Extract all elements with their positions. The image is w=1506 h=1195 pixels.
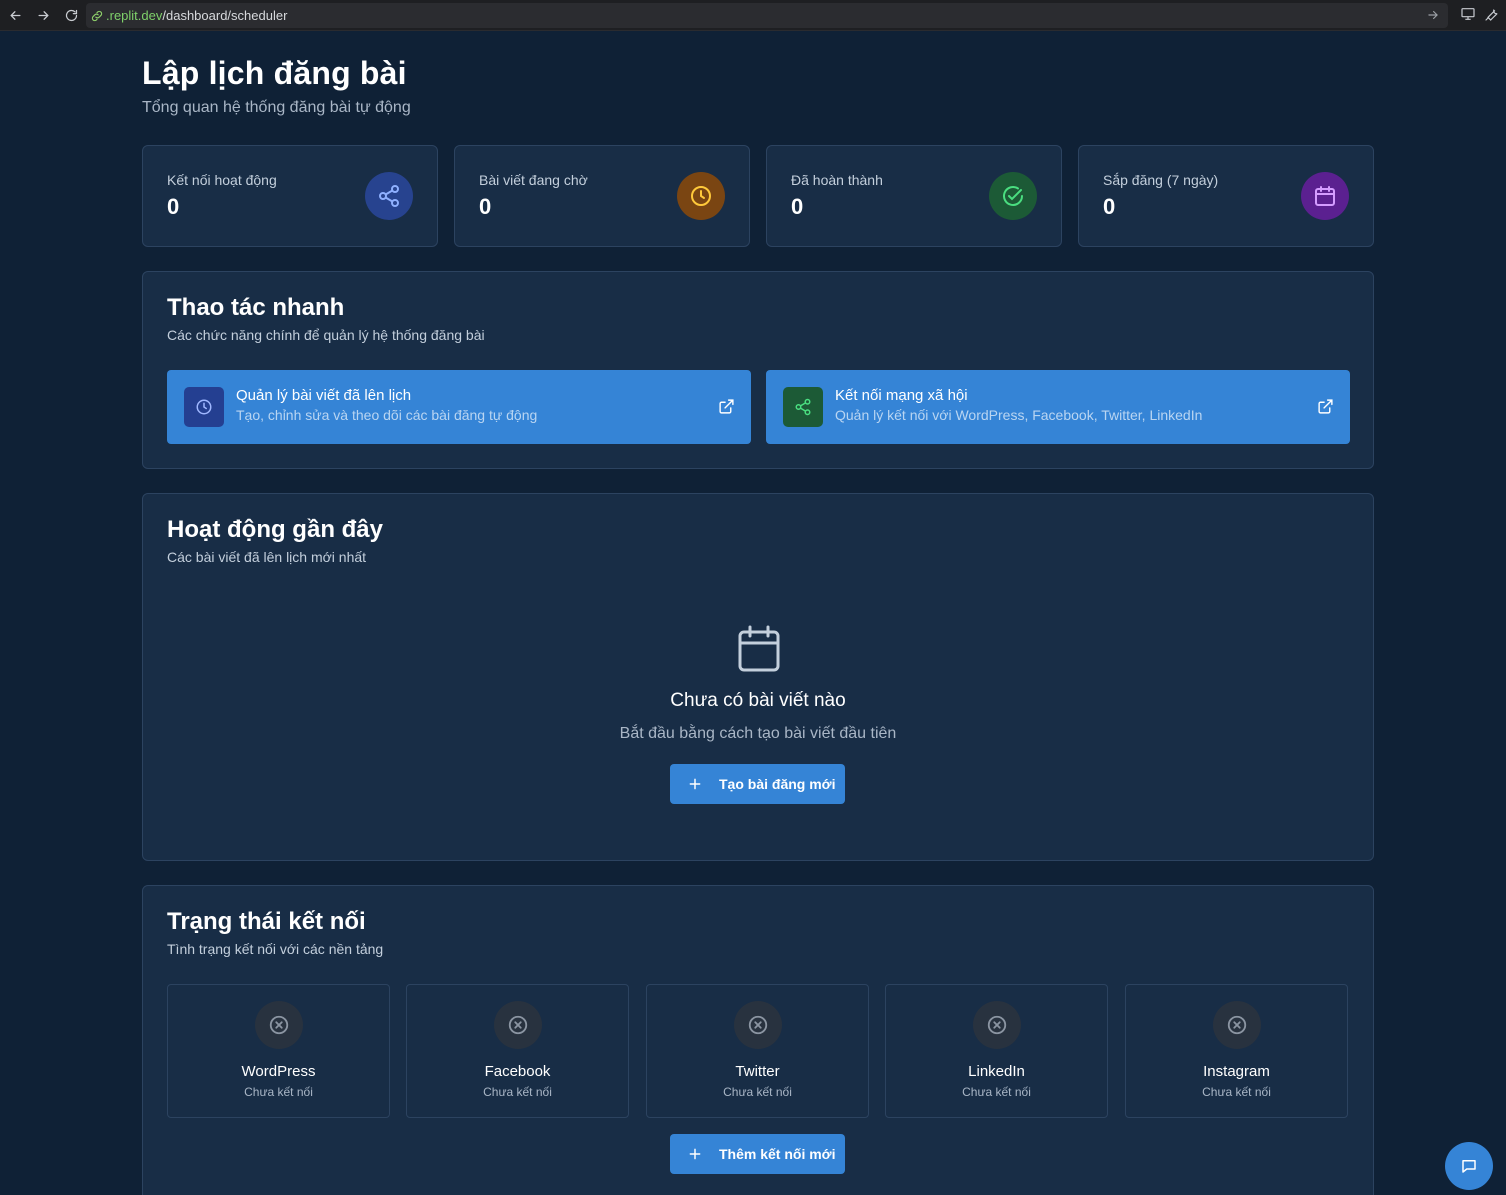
wrench-icon[interactable]	[1484, 6, 1500, 22]
connection-status: Chưa kết nối	[483, 1085, 552, 1099]
quick-action-title: Kết nối mạng xã hội	[835, 387, 968, 404]
stat-label: Sắp đăng (7 ngày)	[1103, 172, 1219, 188]
connection-status: Chưa kết nối	[723, 1085, 792, 1099]
back-button[interactable]	[2, 2, 28, 28]
connection-status-panel: Trạng thái kết nối Tình trạng kết nối vớ…	[142, 885, 1374, 1195]
connection-name: WordPress	[241, 1063, 316, 1080]
quick-action-title: Quản lý bài viết đã lên lịch	[236, 387, 412, 404]
browser-toolbar: .replit.dev/dashboard/scheduler	[0, 0, 1506, 31]
check-circle-icon	[989, 172, 1037, 220]
connection-status: Chưa kết nối	[1202, 1085, 1271, 1099]
reload-icon	[65, 9, 77, 21]
manage-scheduled-posts-button[interactable]: Quản lý bài viết đã lên lịch Tạo, chỉnh …	[167, 370, 751, 444]
connection-name: Twitter	[735, 1063, 780, 1080]
chat-button[interactable]	[1445, 1142, 1493, 1190]
stat-card-upcoming: Sắp đăng (7 ngày) 0	[1078, 145, 1374, 247]
x-circle-icon	[494, 1001, 542, 1049]
quick-actions-panel: Thao tác nhanh Các chức năng chính để qu…	[142, 271, 1374, 469]
empty-state-subtitle: Bắt đầu bằng cách tạo bài viết đầu tiên	[619, 725, 897, 742]
reload-button[interactable]	[58, 2, 84, 28]
stat-value: 0	[1103, 194, 1116, 219]
stat-label: Kết nối hoạt động	[167, 172, 277, 188]
stat-label: Đã hoàn thành	[791, 172, 883, 188]
connection-card-wordpress: WordPress Chưa kết nối	[167, 984, 390, 1118]
stat-value: 0	[479, 194, 492, 219]
plus-icon	[689, 1148, 701, 1160]
go-arrow-icon[interactable]	[1426, 8, 1440, 22]
connection-status-title: Trạng thái kết nối	[167, 908, 366, 935]
clock-icon	[184, 387, 224, 427]
external-link-icon	[719, 399, 734, 414]
link-icon	[91, 10, 103, 21]
connection-card-instagram: Instagram Chưa kết nối	[1125, 984, 1348, 1118]
social-connections-button[interactable]: Kết nối mạng xã hội Quản lý kết nối với …	[766, 370, 1350, 444]
connection-card-linkedin: LinkedIn Chưa kết nối	[885, 984, 1108, 1118]
plus-icon	[689, 778, 701, 790]
url-host: .replit.dev	[106, 8, 163, 23]
stat-value: 0	[791, 194, 804, 219]
arrow-right-icon	[38, 10, 49, 20]
monitor-icon[interactable]	[1460, 6, 1476, 22]
recent-activity-title: Hoạt động gần đây	[167, 516, 383, 543]
add-connection-label: Thêm kết nối mới	[719, 1146, 836, 1162]
stat-card-pending-posts: Bài viết đang chờ 0	[454, 145, 750, 247]
connection-status: Chưa kết nối	[962, 1085, 1031, 1099]
recent-activity-panel: Hoạt động gần đây Các bài viết đã lên lị…	[142, 493, 1374, 861]
connection-name: Facebook	[484, 1063, 551, 1080]
connection-name: LinkedIn	[968, 1063, 1025, 1080]
arrow-left-icon	[9, 10, 20, 20]
address-bar[interactable]: .replit.dev/dashboard/scheduler	[86, 3, 1448, 28]
share-icon	[365, 172, 413, 220]
connection-card-twitter: Twitter Chưa kết nối	[646, 984, 869, 1118]
url-path: /dashboard/scheduler	[162, 8, 288, 23]
connection-status: Chưa kết nối	[244, 1085, 313, 1099]
page-title: Lập lịch đăng bài	[142, 55, 407, 91]
clock-icon	[677, 172, 725, 220]
chat-icon	[1462, 1160, 1476, 1173]
stat-label: Bài viết đang chờ	[479, 172, 588, 188]
stat-card-active-connections: Kết nối hoạt động 0	[142, 145, 438, 247]
empty-state-title: Chưa có bài viết nào	[670, 690, 846, 711]
connection-name: Instagram	[1203, 1063, 1270, 1080]
quick-action-desc: Quản lý kết nối với WordPress, Facebook,…	[835, 407, 1203, 423]
share-icon	[783, 387, 823, 427]
calendar-icon	[1301, 172, 1349, 220]
external-link-icon	[1318, 399, 1333, 414]
recent-activity-subtitle: Các bài viết đã lên lịch mới nhất	[167, 549, 367, 565]
quick-action-desc: Tạo, chỉnh sửa và theo dõi các bài đăng …	[236, 407, 538, 423]
add-connection-button[interactable]: Thêm kết nối mới	[670, 1134, 845, 1174]
forward-button[interactable]	[30, 2, 56, 28]
x-circle-icon	[973, 1001, 1021, 1049]
x-circle-icon	[255, 1001, 303, 1049]
connection-card-facebook: Facebook Chưa kết nối	[406, 984, 629, 1118]
create-post-button[interactable]: Tạo bài đăng mới	[670, 764, 845, 804]
stat-card-completed: Đã hoàn thành 0	[766, 145, 1062, 247]
x-circle-icon	[1213, 1001, 1261, 1049]
connection-status-subtitle: Tình trạng kết nối với các nền tảng	[167, 941, 384, 957]
page-subtitle: Tổng quan hệ thống đăng bài tự động	[142, 99, 411, 116]
quick-actions-subtitle: Các chức năng chính để quản lý hệ thống …	[167, 327, 485, 343]
quick-actions-title: Thao tác nhanh	[167, 294, 345, 321]
x-circle-icon	[734, 1001, 782, 1049]
calendar-icon	[738, 625, 780, 672]
stat-value: 0	[167, 194, 180, 219]
create-post-label: Tạo bài đăng mới	[719, 776, 836, 792]
